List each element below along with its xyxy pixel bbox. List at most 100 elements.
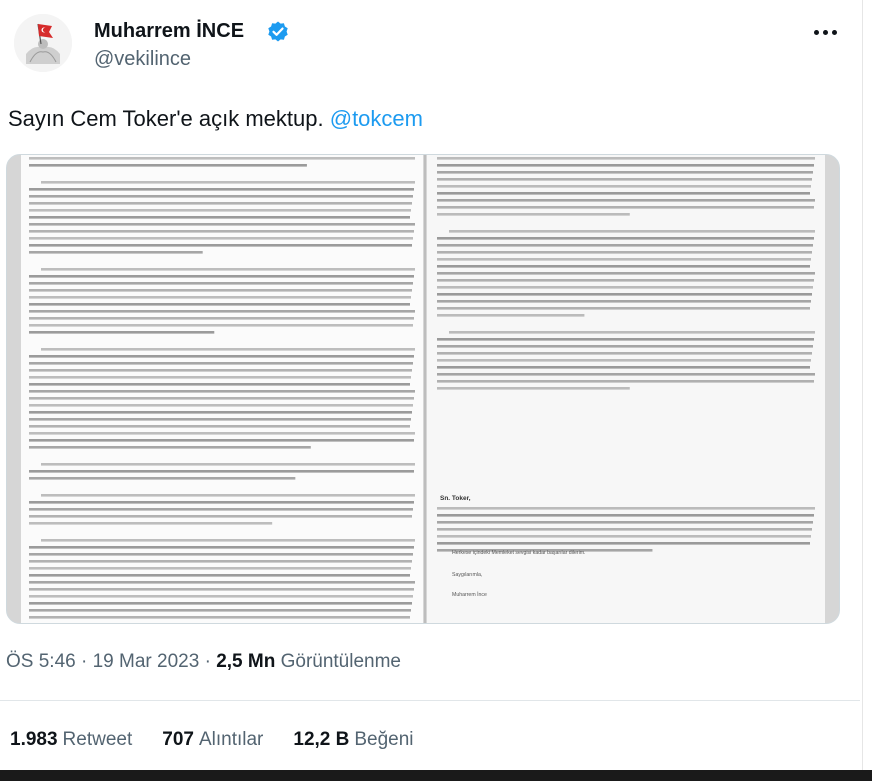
letter-text-line [437, 258, 811, 261]
likes-stat[interactable]: 12,2 B Beğeni [293, 729, 413, 751]
letter-signature: Muharrem İnce [452, 591, 487, 598]
letter-text-line [437, 373, 815, 376]
letter-text-line [29, 553, 413, 556]
letter-text-line [29, 609, 411, 612]
letter-text-line [29, 310, 415, 313]
tweet-text: Sayın Cem Toker'e açık mektup. @tokcem [8, 106, 423, 132]
tweet-meta: ÖS 5:46 · 19 Mar 2023 · 2,5 Mn Görüntüle… [6, 651, 401, 672]
letter-text-line [29, 317, 414, 320]
letter-text-line [29, 404, 413, 407]
letter-text-line [437, 359, 811, 362]
letter-text-line [437, 314, 585, 317]
letter-text-line [437, 237, 814, 240]
letter-text-line [437, 366, 810, 369]
letter-text-line [29, 282, 413, 285]
letter-text-line [437, 185, 811, 188]
letter-text-line [29, 223, 415, 226]
letter-text-line [449, 331, 815, 334]
retweets-stat[interactable]: 1.983 Retweet [10, 729, 132, 751]
letter-text-line [29, 376, 411, 379]
letter-text-line [437, 199, 815, 202]
letter-text-line [29, 303, 410, 306]
letter-text-line [29, 195, 413, 198]
letter-text-line [29, 237, 413, 240]
views-label: Görüntülenme [280, 651, 401, 672]
letter-text-line [437, 272, 815, 275]
letter-text-line [437, 293, 812, 296]
letter-text-line [29, 230, 414, 233]
letter-regards: Saygılarımla, [452, 572, 482, 578]
letter-text-line [437, 528, 812, 531]
letter-text-line [29, 501, 414, 504]
letter-text-line [29, 418, 411, 421]
letter-text-line [437, 542, 810, 545]
letter-text-line [29, 244, 412, 247]
more-dots-icon[interactable] [810, 22, 840, 42]
letter-text-line [437, 164, 814, 167]
letter-text-line [437, 157, 815, 160]
letter-text-line [29, 515, 412, 518]
letter-text-line [29, 355, 414, 358]
tweet-media-image[interactable]: Sn. Toker, Herkese içindeki Memleket sev… [6, 154, 840, 624]
author-name[interactable]: Muharrem İNCE [94, 20, 244, 43]
letter-closing-line: Herkese içindeki Memleket sevgisi kadar … [452, 550, 585, 556]
flag-profile-avatar-icon [14, 14, 72, 72]
letter-text-line [29, 289, 412, 292]
letter-text-line [437, 265, 810, 268]
letter-text-line [437, 535, 811, 538]
retweets-label: Retweet [62, 729, 133, 750]
window-bottom-bar [0, 770, 872, 781]
letter-text-line [29, 209, 411, 212]
mention-link[interactable]: @tokcem [330, 106, 423, 131]
quotes-label: Alıntılar [198, 729, 264, 750]
letter-text-line [437, 206, 814, 209]
letter-text-line [41, 181, 415, 184]
letter-text-line [29, 397, 414, 400]
letter-text-line [437, 244, 813, 247]
letter-text-line [29, 188, 414, 191]
letter-text-line [437, 300, 811, 303]
letter-text-line [437, 279, 814, 282]
letter-text-line [437, 286, 813, 289]
tweet-date[interactable]: 19 Mar 2023 [93, 651, 200, 672]
letter-text-line [437, 171, 813, 174]
letter-text-line [437, 521, 813, 524]
timeline-border [862, 0, 863, 770]
tweet-time[interactable]: ÖS 5:46 [6, 651, 76, 672]
letter-text-line [41, 268, 415, 271]
letter-text-line [29, 588, 414, 591]
letter-text-line [29, 331, 215, 334]
letter-text-line [41, 539, 415, 542]
letter-text-line [29, 546, 414, 549]
letter-text-line [29, 616, 410, 619]
letter-salutation: Sn. Toker, [440, 495, 471, 502]
quotes-stat[interactable]: 707 Alıntılar [162, 729, 263, 751]
letter-text-line [29, 296, 411, 299]
letter-text-line [29, 157, 415, 160]
letter-text-line [437, 387, 630, 390]
letter-text-line [437, 507, 815, 510]
letter-text-line [29, 202, 412, 205]
letter-document: Sn. Toker, Herkese içindeki Memleket sev… [7, 155, 839, 623]
tweet-stats: 1.983 Retweet 707 Alıntılar 12,2 B Beğeni [10, 729, 444, 751]
letter-text-line [437, 352, 812, 355]
letter-text-line [437, 345, 813, 348]
divider [0, 700, 860, 701]
author-handle[interactable]: @vekilince [94, 48, 191, 71]
letter-text-line [437, 251, 812, 254]
likes-label: Beğeni [354, 729, 414, 750]
letter-text-line [29, 275, 414, 278]
letter-text-line [29, 369, 412, 372]
dot [831, 29, 837, 35]
letter-text-line [437, 192, 810, 195]
letter-text-line [29, 425, 410, 428]
letter-text-line [29, 470, 414, 473]
dot [822, 29, 828, 35]
letter-text-line [29, 477, 296, 480]
letter-text-line [29, 574, 410, 577]
avatar[interactable] [14, 14, 72, 72]
letter-text-line [437, 178, 812, 181]
letter-text-line [29, 216, 410, 219]
verified-badge-icon [268, 21, 288, 42]
letter-text-line [29, 508, 413, 511]
